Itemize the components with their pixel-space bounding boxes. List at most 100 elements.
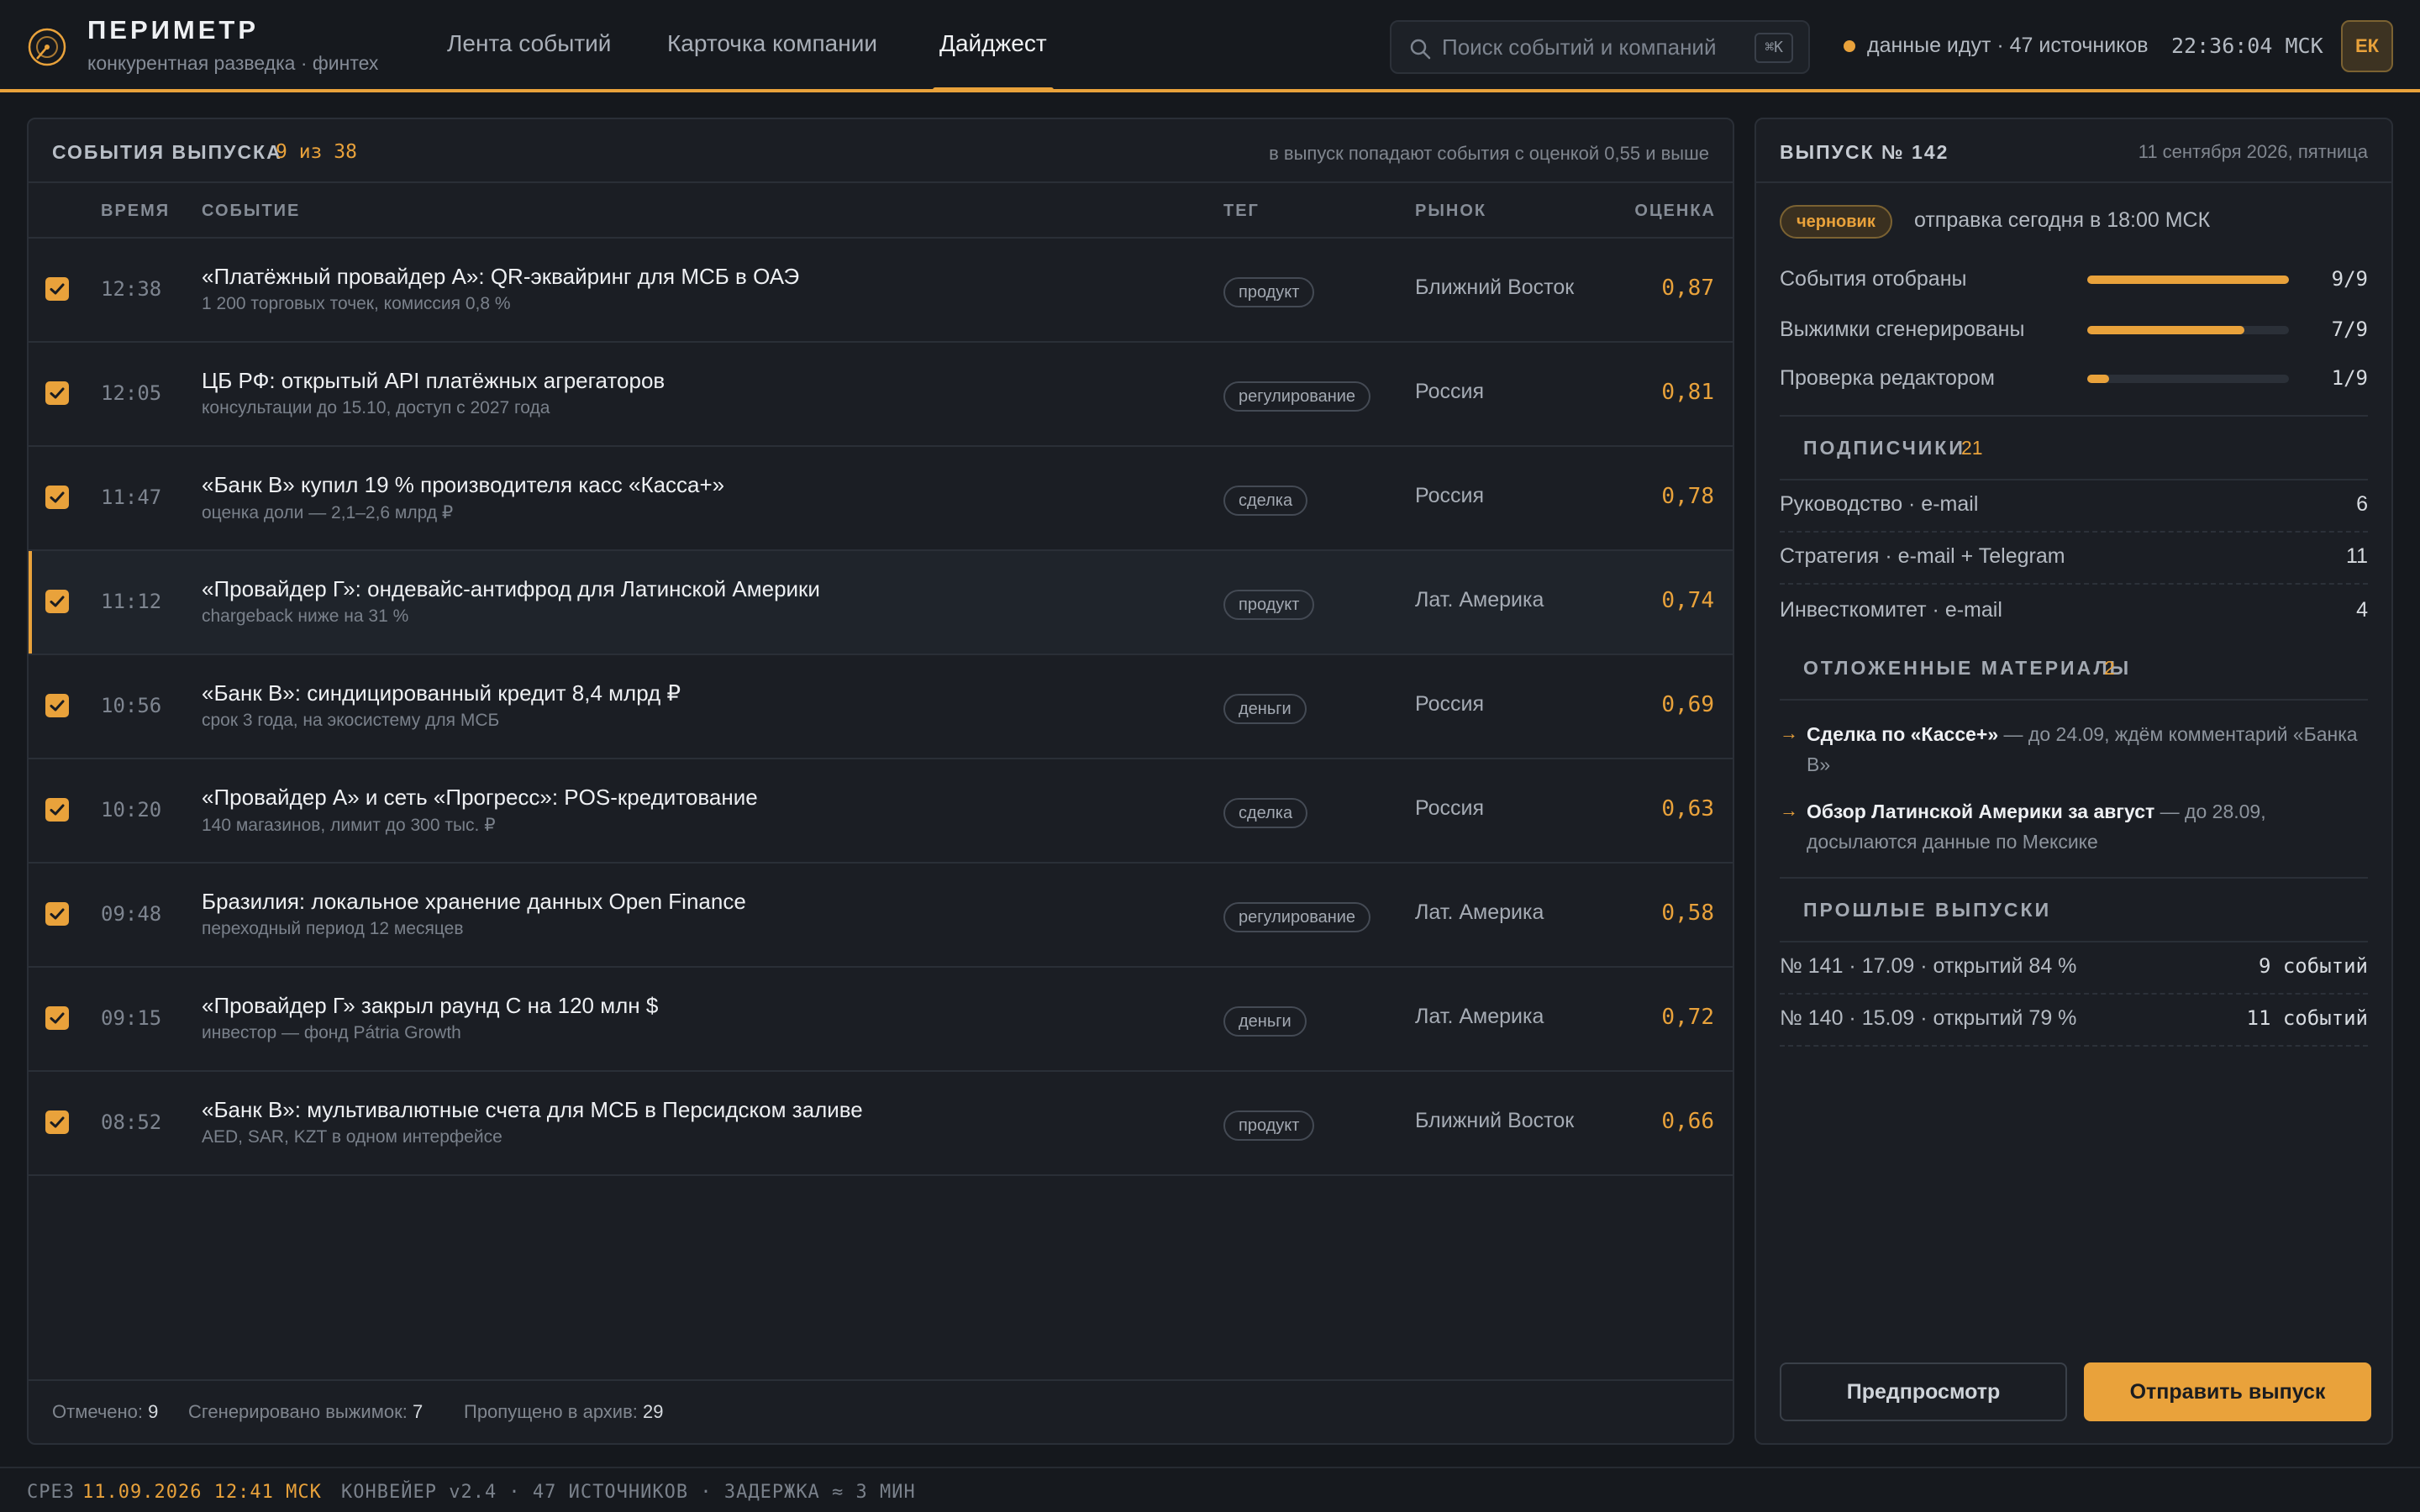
event-market: Лат. Америка — [1415, 900, 1544, 924]
event-detail: AED, SAR, KZT в одном интерфейсе — [202, 1127, 502, 1147]
divider — [1780, 877, 2368, 879]
row-checkbox[interactable] — [45, 486, 69, 509]
table-row[interactable]: 10:56 «Банк В»: синдицированный кредит 8,… — [29, 655, 1733, 759]
col-score[interactable]: ОЦЕНКА — [1634, 202, 1716, 221]
event-tag[interactable]: регулирование — [1223, 902, 1371, 932]
issue-date: 11 сентября 2026, пятница — [2138, 141, 2368, 162]
subscriber-group[interactable]: Руководство · e-mail 6 — [1780, 480, 2368, 533]
progress-value-review: 1/9 — [2331, 366, 2368, 390]
threshold-note: в выпуск попадают события с оценкой 0,55… — [1269, 143, 1709, 164]
event-detail: chargeback ниже на 31 % — [202, 606, 409, 626]
row-checkbox[interactable] — [45, 798, 69, 822]
col-tag[interactable]: ТЕГ — [1223, 202, 1260, 221]
event-tag[interactable]: сделка — [1223, 798, 1308, 828]
row-checkbox[interactable] — [45, 1110, 69, 1134]
event-title[interactable]: «Банк В»: мультивалютные счета для МСБ в… — [202, 1097, 863, 1123]
pipeline-info: КОНВЕЙЕР v2.4 · 47 ИСТОЧНИКОВ · ЗАДЕРЖКА… — [341, 1482, 916, 1503]
event-title[interactable]: «Платёжный провайдер А»: QR-эквайринг дл… — [202, 264, 799, 290]
event-tag[interactable]: деньги — [1223, 694, 1307, 724]
archived-label: Пропущено в архив: — [464, 1401, 638, 1422]
event-tag[interactable]: деньги — [1223, 1006, 1307, 1037]
row-checkbox[interactable] — [45, 381, 69, 405]
issue-panel: ВЫПУСК № 142 11 сентября 2026, пятница ч… — [1754, 118, 2393, 1445]
event-market: Россия — [1415, 380, 1484, 403]
row-checkbox[interactable] — [45, 902, 69, 926]
user-avatar[interactable]: ЕК — [2341, 20, 2393, 72]
table-row[interactable]: 10:20 «Провайдер А» и сеть «Прогресс»: PO… — [29, 759, 1733, 864]
col-time[interactable]: ВРЕМЯ — [101, 202, 170, 221]
event-detail: переходный период 12 месяцев — [202, 919, 464, 938]
subscribers-title: ПОДПИСЧИКИ — [1803, 437, 1965, 459]
event-time: 11:12 — [101, 590, 162, 613]
event-title[interactable]: ЦБ РФ: открытый API платёжных агрегаторо… — [202, 368, 665, 394]
event-score: 0,78 — [1661, 484, 1714, 509]
event-tag[interactable]: продукт — [1223, 590, 1315, 620]
table-row[interactable]: 09:15 «Провайдер Г» закрыл раунд С на 120… — [29, 968, 1733, 1072]
past-issues-title: ПРОШЛЫЕ ВЫПУСКИ — [1803, 899, 2052, 921]
event-tag[interactable]: сделка — [1223, 486, 1308, 516]
feed-status: данные идут · 47 источников — [1867, 34, 2149, 57]
row-checkbox[interactable] — [45, 694, 69, 717]
event-market: Лат. Америка — [1415, 588, 1544, 612]
table-row[interactable]: 08:52 «Банк В»: мультивалютные счета для … — [29, 1072, 1733, 1176]
event-title[interactable]: «Банк В»: синдицированный кредит 8,4 млр… — [202, 680, 681, 706]
progress-fill — [2087, 375, 2110, 383]
divider — [1780, 415, 2368, 417]
event-tag[interactable]: продукт — [1223, 277, 1315, 307]
search-box[interactable]: ⌘K — [1390, 20, 1810, 74]
status-bar: СРЕЗ 11.09.2026 12:41 МСК КОНВЕЙЕР v2.4 … — [0, 1467, 2420, 1512]
event-title[interactable]: «Провайдер Г»: ондевайс-антифрод для Лат… — [202, 576, 820, 602]
subscriber-group[interactable]: Стратегия · e-mail + Telegram 11 — [1780, 533, 2368, 585]
col-event[interactable]: СОБЫТИЕ — [202, 202, 300, 221]
table-row[interactable]: 09:48 Бразилия: локальное хранение данных… — [29, 864, 1733, 968]
event-score: 0,72 — [1661, 1005, 1714, 1030]
event-time: 12:38 — [101, 277, 162, 301]
progress-fill — [2087, 326, 2245, 334]
subscriber-group-count: 4 — [2356, 598, 2368, 622]
send-issue-button[interactable]: Отправить выпуск — [2084, 1362, 2371, 1421]
active-tab-indicator — [933, 87, 1054, 92]
event-title[interactable]: «Провайдер Г» закрыл раунд С на 120 млн … — [202, 993, 658, 1019]
progress-value-selected: 9/9 — [2331, 267, 2368, 291]
past-issue-row[interactable]: № 141 · 17.09 · открытий 84 % 9 событий — [1780, 942, 2368, 995]
generated-count: Сгенерировано выжимок: 7 — [188, 1401, 423, 1423]
past-issue-row[interactable]: № 140 · 15.09 · открытий 79 % 11 событий — [1780, 995, 2368, 1047]
preview-button[interactable]: Предпросмотр — [1780, 1362, 2067, 1421]
event-tag[interactable]: регулирование — [1223, 381, 1371, 412]
subscriber-group[interactable]: Инвесткомитет · e-mail 4 — [1780, 586, 2368, 638]
tab-company-card[interactable]: Карточка компании — [667, 30, 877, 92]
row-checkbox[interactable] — [45, 277, 69, 301]
deferred-item-head: Обзор Латинской Америки за август — [1807, 801, 2155, 822]
row-checkbox[interactable] — [45, 590, 69, 613]
event-time: 09:15 — [101, 1006, 162, 1030]
row-checkbox[interactable] — [45, 1006, 69, 1030]
event-title[interactable]: Бразилия: локальное хранение данных Open… — [202, 889, 746, 915]
event-score: 0,74 — [1661, 588, 1714, 613]
table-row[interactable]: 12:05 ЦБ РФ: открытый API платёжных агрег… — [29, 343, 1733, 447]
deferred-item-text: Обзор Латинской Америки за август — до 2… — [1807, 796, 2361, 857]
tab-event-feed[interactable]: Лента событий — [447, 30, 611, 92]
app-header: ПЕРИМЕТР конкурентная разведка · финтех … — [0, 0, 2420, 92]
arrow-right-icon: → — [1780, 722, 1798, 743]
table-row[interactable]: 11:12 «Провайдер Г»: ондевайс-антифрод дл… — [29, 551, 1733, 655]
table-row[interactable]: 11:47 «Банк В» купил 19 % производителя к… — [29, 447, 1733, 551]
event-title[interactable]: «Банк В» купил 19 % производителя касс «… — [202, 472, 724, 498]
event-tag[interactable]: продукт — [1223, 1110, 1315, 1141]
tab-digest[interactable]: Дайджест — [939, 30, 1047, 92]
search-input[interactable] — [1442, 30, 1744, 64]
subscriber-group-label: Стратегия · e-mail + Telegram — [1780, 544, 2065, 568]
generated-value: 7 — [412, 1401, 424, 1422]
col-market[interactable]: РЫНОК — [1415, 202, 1486, 221]
event-score: 0,66 — [1661, 1109, 1714, 1134]
divider — [1756, 181, 2391, 183]
slice-label: СРЕЗ — [27, 1482, 75, 1503]
event-title[interactable]: «Провайдер А» и сеть «Прогресс»: POS-кре… — [202, 785, 758, 811]
past-issue-label: № 140 · 15.09 · открытий 79 % — [1780, 1006, 2077, 1030]
table-row[interactable]: 12:38 «Платёжный провайдер А»: QR-эквайри… — [29, 239, 1733, 343]
checkmark-icon — [50, 1116, 65, 1128]
issue-events-panel: СОБЫТИЯ ВЫПУСКА 9 из 38 в выпуск попадаю… — [27, 118, 1734, 1445]
event-score: 0,87 — [1661, 276, 1714, 301]
event-market: Ближний Восток — [1415, 1109, 1575, 1132]
events-count: 9 из 38 — [276, 141, 357, 163]
subscribers-count: 21 — [1961, 437, 1983, 459]
